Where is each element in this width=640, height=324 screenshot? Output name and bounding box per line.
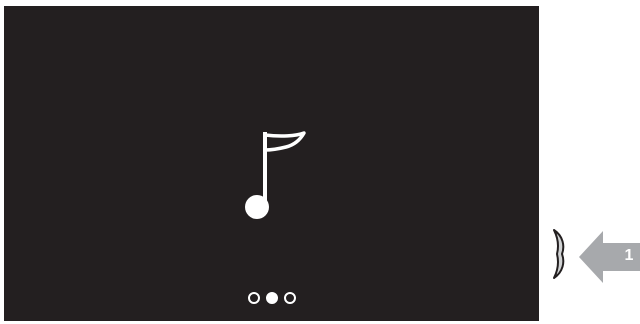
callout-arrow: 1 [577, 228, 640, 286]
device-screen[interactable] [4, 6, 539, 321]
music-note-icon [245, 131, 306, 219]
scroll-knob-icon[interactable] [549, 226, 575, 282]
page-dot[interactable] [283, 292, 296, 304]
page-dot[interactable] [247, 292, 260, 304]
page-indicator [4, 292, 539, 304]
callout-number: 1 [624, 247, 634, 264]
stage: 1 [0, 0, 640, 324]
page-dot-active[interactable] [265, 292, 278, 304]
